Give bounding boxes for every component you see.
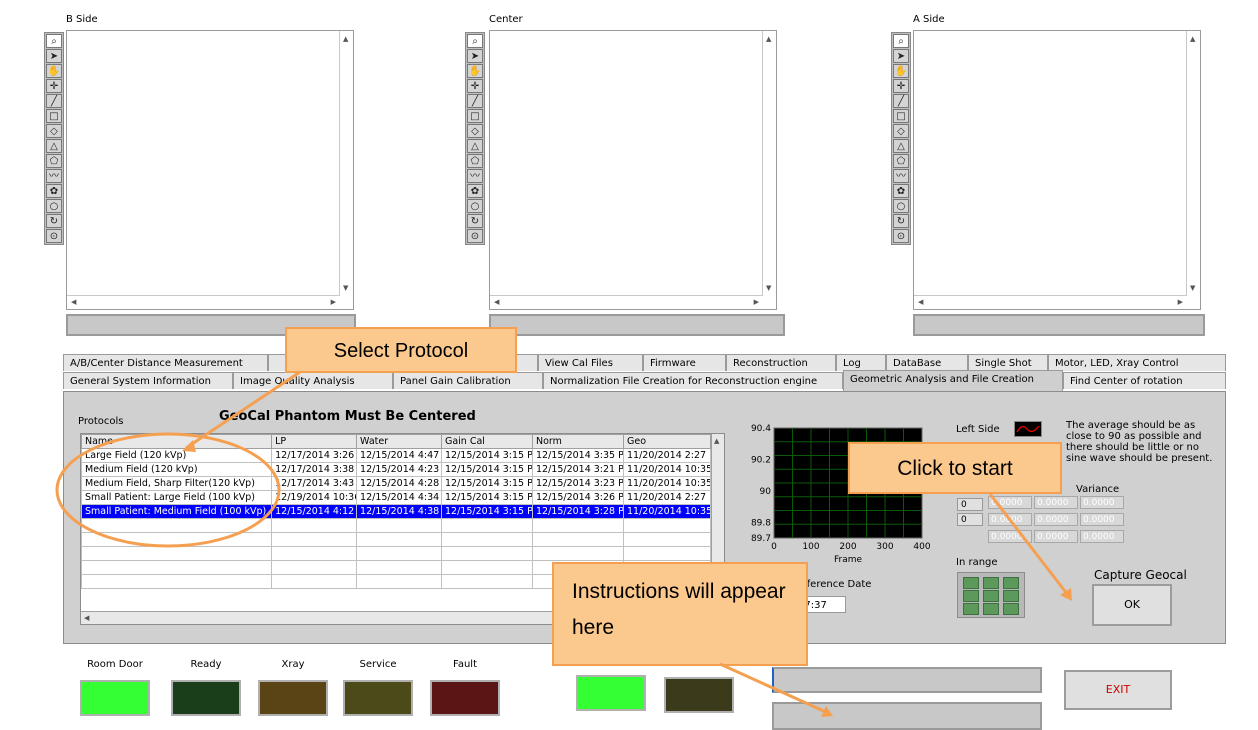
protocol-highlight-ellipse [55,432,281,548]
click-to-start-arrow [988,493,1070,596]
callout-annotations [55,370,1072,717]
click-to-start-arrowhead [1060,588,1072,601]
select-protocol-arrow [185,370,301,450]
instructions-arrow [719,662,829,715]
